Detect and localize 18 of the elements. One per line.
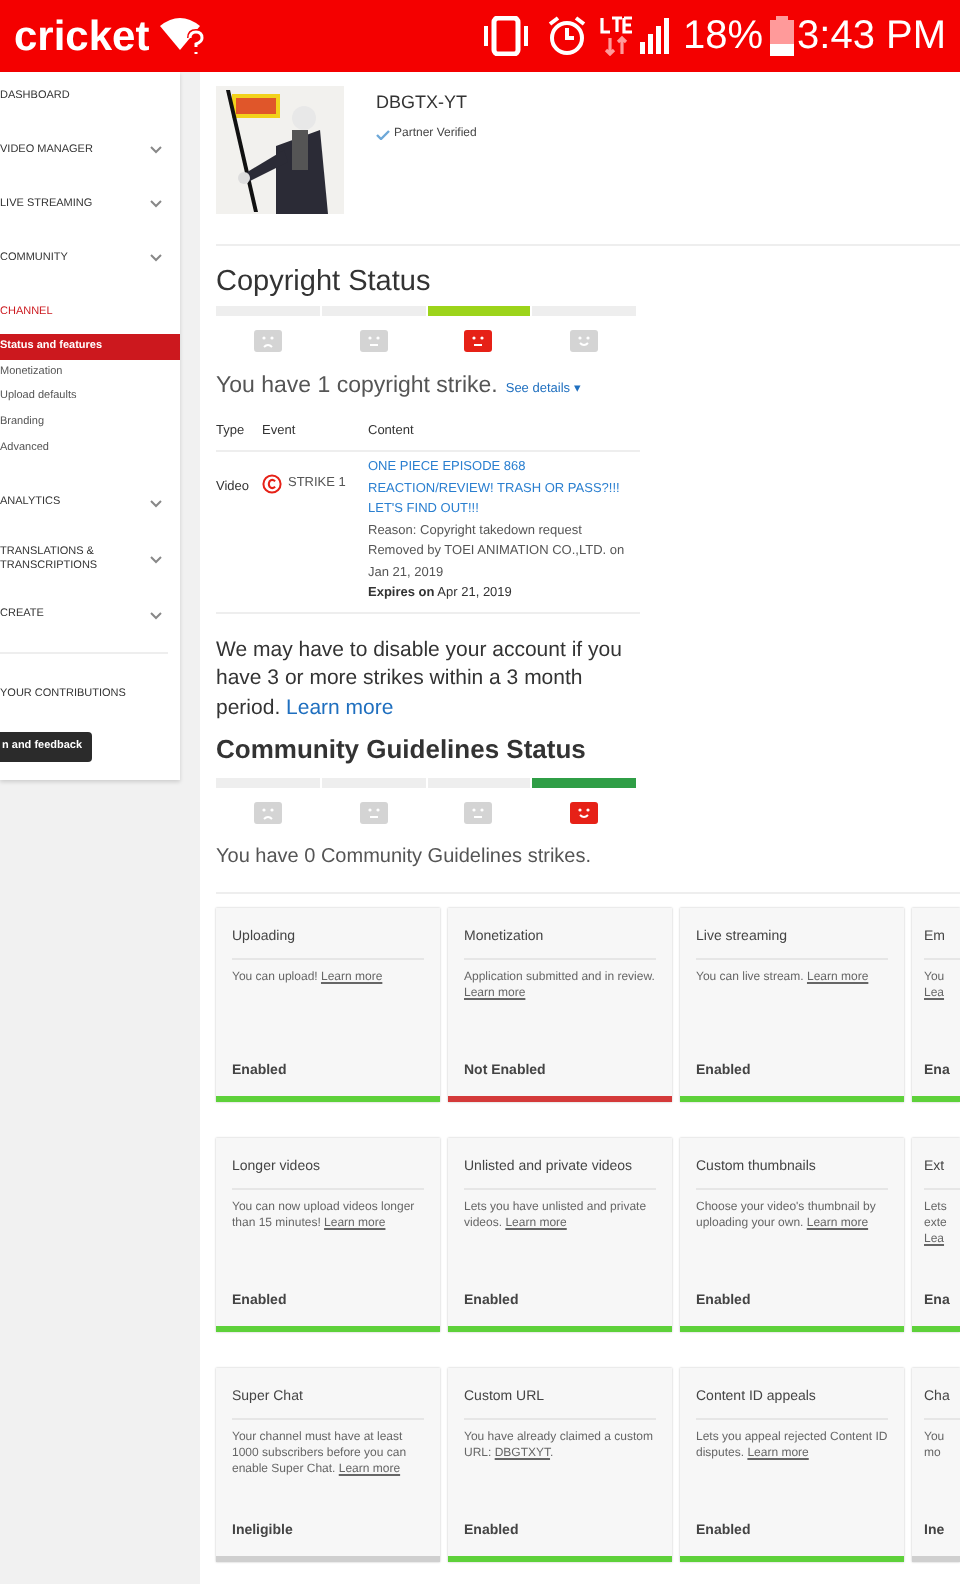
strike-summary: You have 1 copyright strike. bbox=[216, 372, 498, 402]
strike-summary: You have 0 Community Guidelines strikes. bbox=[216, 844, 593, 872]
warning-text: We may have to disable your account if you have 3 or more strikes within a 3 month period. Learn more bbox=[216, 635, 624, 722]
signal-icon bbox=[640, 18, 673, 54]
section-title: Copyright Status bbox=[216, 264, 433, 300]
checkmark-icon bbox=[376, 129, 390, 139]
battery-percent: 18% bbox=[682, 16, 764, 56]
clock-time: 3:43 PM bbox=[797, 16, 946, 56]
section-title: Community Guidelines Status bbox=[216, 734, 588, 766]
vibrate-icon bbox=[480, 16, 533, 56]
copyright-icon bbox=[262, 474, 282, 494]
carrier-name: cricket bbox=[14, 15, 150, 57]
alarm-icon bbox=[546, 16, 589, 56]
learn-more-link[interactable]: Learn more bbox=[286, 695, 394, 719]
lte-icon bbox=[600, 16, 635, 56]
channel-name: DBGTX-YT bbox=[376, 90, 470, 116]
battery-icon bbox=[769, 16, 794, 56]
wifi-icon bbox=[159, 16, 204, 56]
